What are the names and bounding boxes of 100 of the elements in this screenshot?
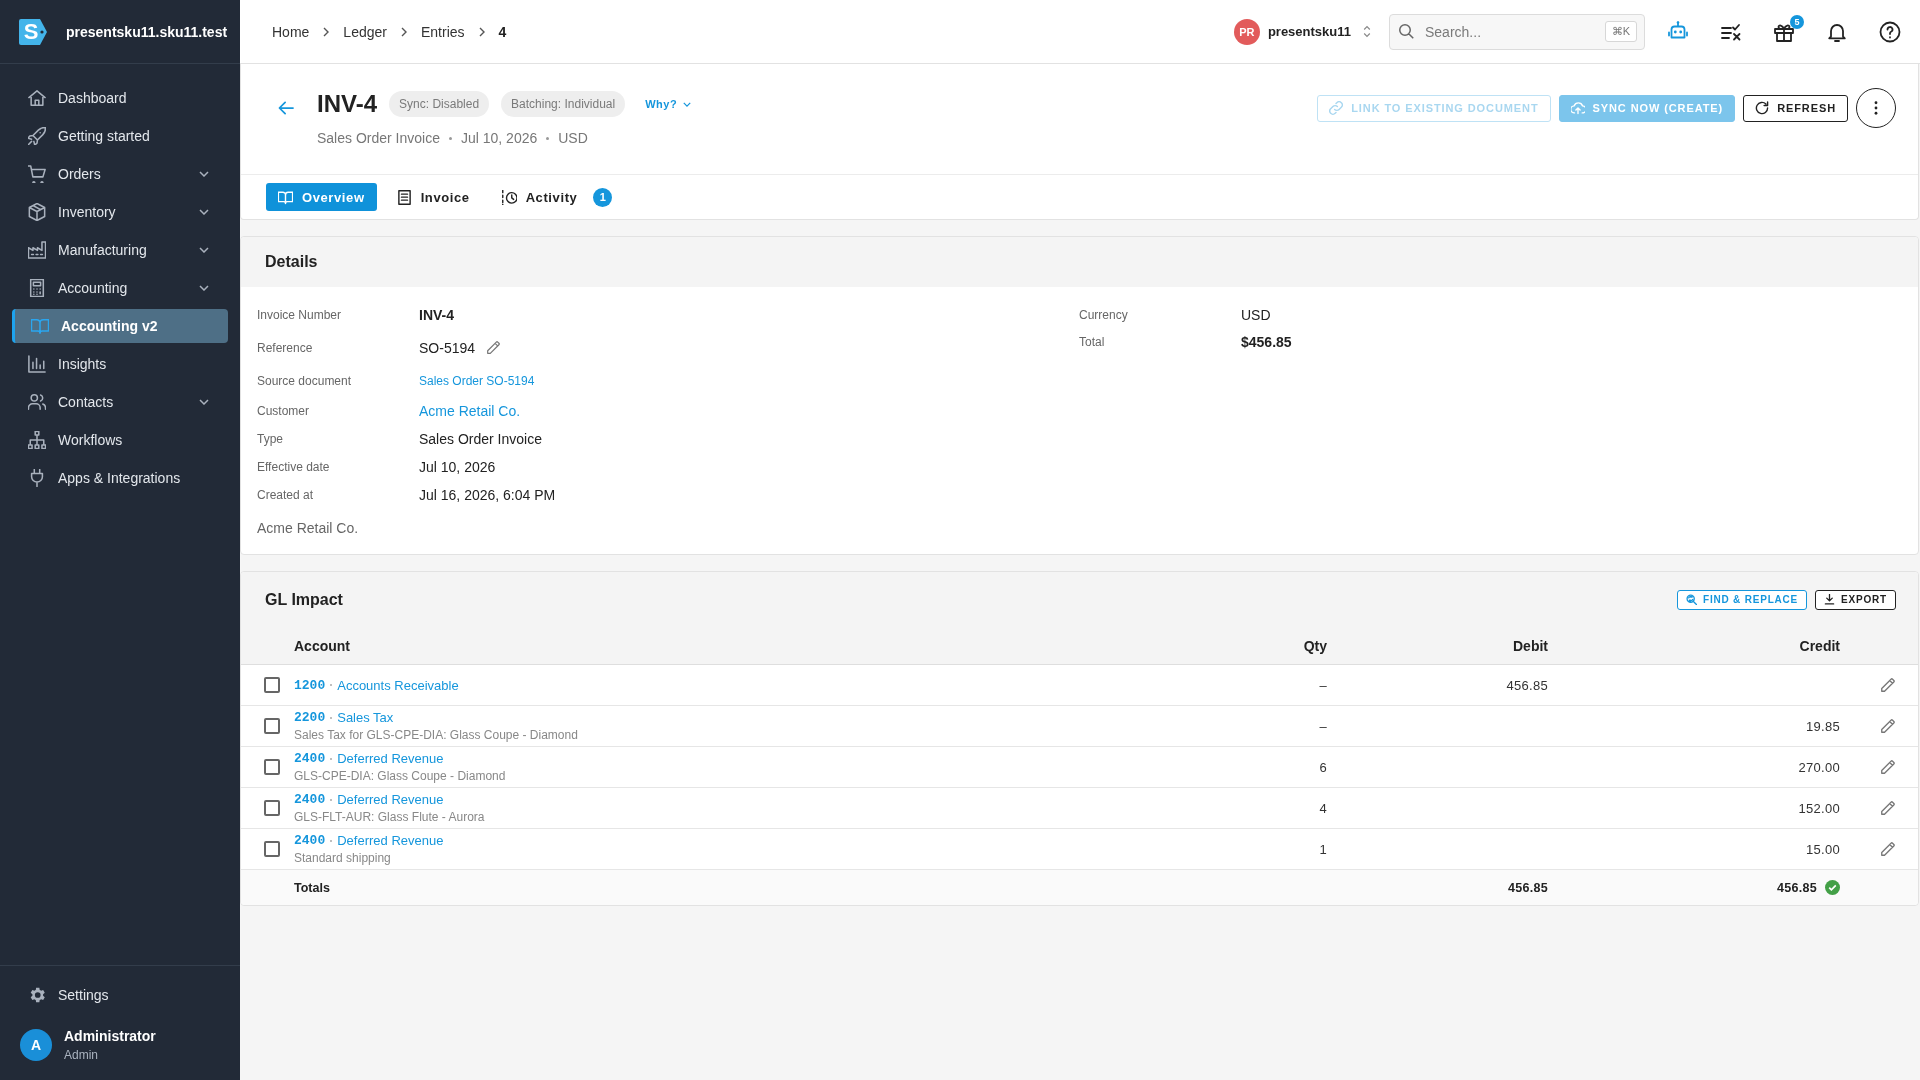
line-memo: Sales Tax for GLS-CPE-DIA: Glass Coupe - Diamond: [294, 728, 579, 742]
bar-chart-icon: [28, 355, 46, 373]
field-label: Source document: [257, 373, 353, 388]
table-cell: 456.85: [1507, 880, 1548, 895]
user-name: Administrator: [64, 1028, 156, 1044]
sidebar-item[interactable]: Contacts: [12, 385, 228, 419]
account-switcher[interactable]: PR presentsku11: [1233, 18, 1371, 45]
sidebar-item[interactable]: Workflows: [12, 423, 228, 457]
pencil-icon[interactable]: [487, 341, 501, 354]
breadcrumb-link[interactable]: Entries: [420, 23, 465, 40]
sidebar-item[interactable]: Inventory: [12, 195, 228, 229]
count-badge: 1: [593, 187, 613, 207]
pencil-icon[interactable]: [1881, 678, 1895, 692]
field-label: Customer: [257, 404, 310, 418]
sidebar-item[interactable]: Accounting: [12, 271, 228, 305]
field-label: Created at: [257, 488, 315, 502]
box-icon: [28, 203, 46, 221]
subtitle-text: Sales Order Invoice: [317, 130, 440, 146]
chevron-down-icon: [199, 399, 209, 405]
totals-label: Totals: [294, 880, 331, 895]
document-icon: [396, 189, 412, 205]
breadcrumb-link[interactable]: 4: [498, 23, 507, 40]
checkbox[interactable]: [264, 718, 280, 734]
back-arrow-icon[interactable]: [278, 101, 294, 115]
sidebar-item[interactable]: Apps & Integrations: [12, 461, 228, 495]
workspace-name: presentsku11.sku11.test: [66, 23, 228, 40]
table-cell: 270.00: [1798, 759, 1840, 775]
link-icon: [1329, 101, 1344, 115]
table-cell: –: [1319, 677, 1327, 693]
sidebar-item[interactable]: Orders: [12, 157, 228, 191]
chevron-right-icon: [323, 26, 330, 37]
pencil-icon[interactable]: [1881, 842, 1895, 856]
sidebar-item[interactable]: Insights: [12, 347, 228, 381]
find-replace-icon: [1686, 594, 1697, 605]
customer-note: Acme Retail Co.: [257, 519, 360, 538]
field-value: $456.85: [1241, 333, 1292, 350]
chevron-down-icon: [199, 247, 209, 253]
table-cell: 1: [1319, 841, 1327, 857]
field-value: INV-4: [419, 306, 454, 323]
people-icon: [28, 393, 46, 411]
subtitle-text: Jul 10, 2026: [460, 130, 538, 146]
tab[interactable]: Invoice: [384, 183, 482, 211]
field-label: Currency: [1079, 307, 1129, 322]
export-button[interactable]: EXPORT: [1815, 589, 1896, 610]
field-label: Effective date: [257, 460, 331, 474]
sidebar-item[interactable]: Settings: [12, 978, 228, 1012]
field-value: USD: [1241, 306, 1271, 323]
chevron-right-icon: [478, 26, 485, 37]
checkbox[interactable]: [264, 841, 280, 857]
breadcrumb-link[interactable]: Home: [272, 23, 310, 40]
pencil-icon[interactable]: [1881, 760, 1895, 774]
field-label: Type: [257, 432, 284, 446]
help-icon[interactable]: [1879, 20, 1901, 43]
sidebar-item[interactable]: Dashboard: [12, 81, 228, 115]
count-badge: 5: [1790, 14, 1804, 29]
book-icon: [31, 317, 49, 335]
field-label: Invoice Number: [257, 307, 343, 322]
checkbox[interactable]: [264, 677, 280, 693]
chevron-down-icon: [683, 101, 692, 107]
section-title: Details: [265, 253, 318, 271]
logo: S: [18, 16, 48, 47]
checkbox[interactable]: [264, 800, 280, 816]
more-button[interactable]: [1856, 88, 1896, 128]
more-icon: [1874, 101, 1878, 115]
column-header: Account: [294, 637, 351, 654]
status-chip: Sync: Disabled: [389, 91, 490, 117]
chevron-up-down-icon: [1363, 25, 1371, 38]
factory-icon: [28, 241, 46, 259]
line-memo: GLS-CPE-DIA: Glass Coupe - Diamond: [294, 769, 507, 783]
cart-icon: [28, 165, 46, 183]
table-cell: 19.85: [1805, 718, 1840, 734]
plug-icon: [28, 469, 46, 487]
tab[interactable]: Activity: [489, 183, 590, 211]
table-cell: –: [1319, 718, 1327, 734]
field-value: Jul 10, 2026: [419, 459, 496, 475]
sidebar-item[interactable]: Getting started: [12, 119, 228, 153]
refresh-button[interactable]: REFRESH: [1743, 94, 1848, 122]
chevron-down-icon: [199, 285, 209, 291]
chevron-down-icon: [199, 209, 209, 215]
refresh-icon: [1755, 101, 1770, 115]
breadcrumb-link[interactable]: Ledger: [343, 23, 387, 40]
sidebar-item[interactable]: Manufacturing: [12, 233, 228, 267]
section-title: GL Impact: [265, 590, 343, 609]
table-cell: 15.00: [1805, 841, 1840, 857]
table-cell: 6: [1319, 759, 1327, 775]
pencil-icon[interactable]: [1881, 801, 1895, 815]
sidebar-item[interactable]: Accounting v2: [12, 309, 228, 343]
user-avatar: A: [20, 1029, 52, 1061]
column-header: Qty: [1302, 637, 1327, 654]
download-icon: [1824, 594, 1836, 605]
pencil-icon[interactable]: [1881, 719, 1895, 733]
table-cell: 152.00: [1798, 800, 1840, 816]
table-cell: 456.85: [1506, 677, 1548, 693]
table-cell: 4: [1319, 800, 1327, 816]
field-label: Reference: [257, 340, 314, 355]
column-header: Credit: [1798, 637, 1840, 654]
settings-icon: [28, 986, 46, 1004]
field-value: Jul 16, 2026, 6:04 PM: [419, 487, 556, 503]
field-value: SO-5194: [419, 339, 476, 356]
checkbox[interactable]: [264, 759, 280, 775]
